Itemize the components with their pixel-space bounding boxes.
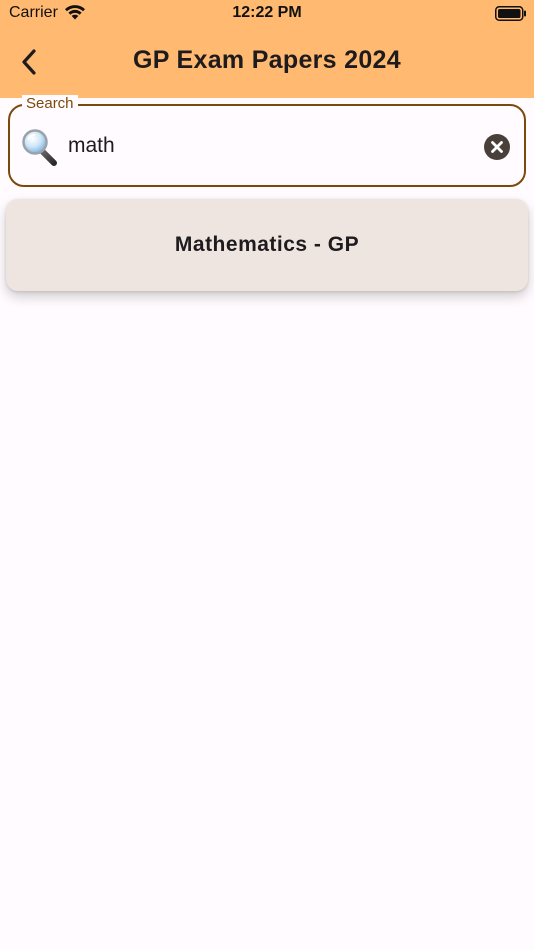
result-item-mathematics[interactable]: Mathematics - GP — [6, 199, 528, 291]
magnifying-glass-icon — [22, 129, 57, 166]
battery-icon — [495, 6, 526, 21]
search-label: Search — [22, 95, 78, 113]
status-bar: Carrier 12:22 PM — [0, 0, 534, 30]
status-time: 12:22 PM — [232, 4, 302, 21]
screen: Carrier 12:22 PM GP Exam Papers 2024 Sea… — [0, 0, 534, 950]
result-item-label: Mathematics - GP — [174, 233, 360, 256]
search-input[interactable] — [68, 126, 468, 166]
clear-circle-icon[interactable] — [484, 134, 510, 160]
page-title: GP Exam Papers 2024 — [133, 46, 401, 74]
search-field[interactable]: Search — [8, 95, 526, 187]
app-bar: Carrier 12:22 PM GP Exam Papers 2024 — [0, 0, 534, 98]
